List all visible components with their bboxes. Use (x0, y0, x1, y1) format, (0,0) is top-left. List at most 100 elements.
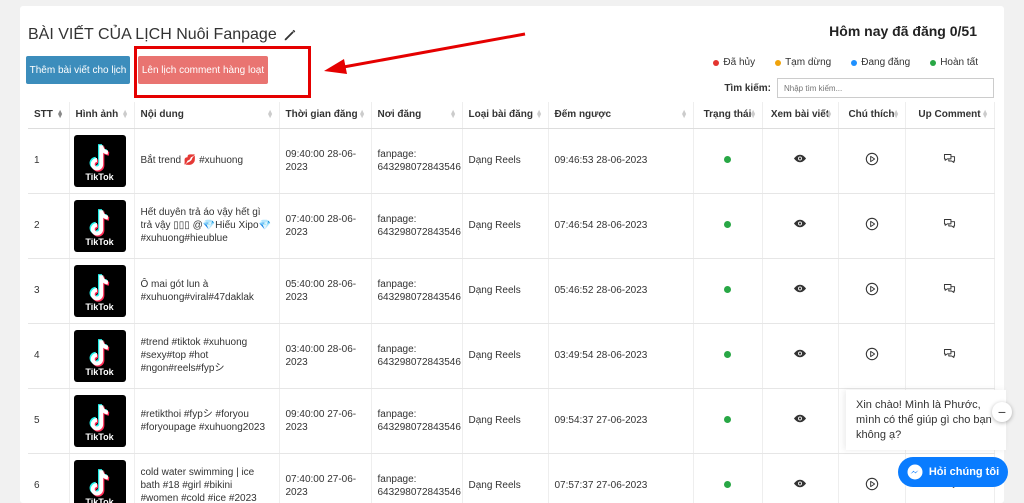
cell-image[interactable]: TikTok (69, 258, 135, 324)
cell-content: #retikthoi #fypシ #foryou #foryoupage #xu… (134, 388, 280, 454)
tiktok-brand-text: TikTok (85, 236, 114, 247)
chat-bubble-icon[interactable] (943, 283, 956, 294)
chat-bubble-icon[interactable] (943, 218, 956, 229)
search-input[interactable] (777, 78, 994, 98)
cell-place: fanpage: 643298072843546 (371, 193, 463, 259)
cell-time: 07:40:00 27-06-2023 (279, 453, 372, 503)
cell-time: 05:40:00 28-06-2023 (279, 258, 372, 324)
play-circle-icon[interactable] (865, 282, 879, 296)
tiktok-brand-text: TikTok (85, 301, 114, 312)
cell-stt: 1 (28, 128, 70, 194)
chat-minimize-button[interactable]: − (992, 402, 1012, 422)
cell-note[interactable] (838, 128, 906, 194)
play-circle-icon[interactable] (865, 217, 879, 231)
col-header-up-comment[interactable]: Up Comment ▲ ▼ (905, 102, 995, 129)
tiktok-thumbnail[interactable]: TikTok (73, 329, 126, 382)
today-posted-count: Hôm nay đã đăng 0/51 (829, 23, 977, 39)
cell-image[interactable]: TikTok (69, 323, 135, 389)
cell-note[interactable] (838, 323, 906, 389)
cell-content: Hết duyên trả áo vậy hết gì trả vậy ▯▯▯ … (134, 193, 280, 259)
chat-bubble-icon[interactable] (943, 348, 956, 359)
page-scrollbar[interactable] (1016, 0, 1024, 503)
col-header-note[interactable]: Chú thích ▲ ▼ (838, 102, 906, 129)
post-content-text: Bắt trend 💋 #xuhuong (140, 155, 244, 166)
add-post-button[interactable]: Thêm bài viết cho lịch (26, 56, 130, 84)
cell-type: Dạng Reels (462, 323, 549, 389)
col-header-status[interactable]: Trạng thái ▲ ▼ (693, 102, 763, 129)
cell-view[interactable] (762, 193, 839, 259)
tiktok-brand-text: TikTok (85, 171, 114, 182)
cell-image[interactable]: TikTok (69, 128, 135, 194)
legend-item-cancelled: Đã hủy (713, 57, 755, 68)
col-header-stt[interactable]: STT ▲ ▼ (28, 102, 70, 129)
cell-type: Dạng Reels (462, 193, 549, 259)
cell-stt: 5 (28, 388, 70, 454)
post-content-text: Hết duyên trả áo vậy hết gì trả vậy ▯▯▯ … (140, 207, 272, 244)
tiktok-thumbnail[interactable]: TikTok (73, 264, 126, 317)
cell-note[interactable] (838, 453, 906, 503)
messenger-icon (907, 464, 923, 480)
cell-view[interactable] (762, 323, 839, 389)
cell-up-comment[interactable] (905, 258, 995, 324)
eye-icon[interactable] (794, 219, 806, 228)
eye-icon[interactable] (794, 414, 806, 423)
cell-image[interactable]: TikTok (69, 388, 135, 454)
col-header-content[interactable]: Nội dung ▲ ▼ (134, 102, 280, 129)
status-legend: Đã hủy Tạm dừng Đang đăng Hoàn tất (713, 57, 978, 68)
pencil-icon[interactable] (283, 28, 297, 42)
col-header-countdown[interactable]: Đếm ngược ▲ ▼ (548, 102, 694, 129)
status-done-dot (724, 481, 731, 488)
tiktok-thumbnail[interactable]: TikTok (73, 459, 126, 503)
tiktok-thumbnail[interactable]: TikTok (73, 199, 126, 252)
cell-view[interactable] (762, 453, 839, 503)
cell-up-comment[interactable] (905, 323, 995, 389)
cell-up-comment[interactable] (905, 193, 995, 259)
post-content-text: cold water swimming | ice bath #18 #girl… (140, 466, 257, 503)
cell-note[interactable] (838, 258, 906, 324)
cell-image[interactable]: TikTok (69, 193, 135, 259)
page-title: BÀI VIẾT CỦA LỊCH Nuôi Fanpage (28, 26, 297, 44)
eye-icon[interactable] (794, 349, 806, 358)
col-header-type[interactable]: Loại bài đăng ▲ ▼ (462, 102, 549, 129)
cell-time: 09:40:00 28-06-2023 (279, 128, 372, 194)
status-done-dot (724, 221, 731, 228)
cell-view[interactable] (762, 128, 839, 194)
cell-note[interactable] (838, 193, 906, 259)
eye-icon[interactable] (794, 284, 806, 293)
cell-stt: 6 (28, 453, 70, 503)
cell-countdown: 09:54:37 27-06-2023 (548, 388, 694, 454)
cell-type: Dạng Reels (462, 128, 549, 194)
post-content-text: #retikthoi #fypシ #foryou #foryoupage #xu… (140, 408, 266, 433)
cell-status (693, 258, 763, 324)
cell-time: 09:40:00 27-06-2023 (279, 388, 372, 454)
col-header-image[interactable]: Hình ảnh ▲ ▼ (69, 102, 135, 129)
eye-icon[interactable] (794, 154, 806, 163)
cell-content: #trend #tiktok #xuhuong #sexy#top #hot #… (134, 323, 280, 389)
cell-stt: 4 (28, 323, 70, 389)
cell-content: Bắt trend 💋 #xuhuong (134, 128, 280, 194)
cell-up-comment[interactable] (905, 128, 995, 194)
cell-type: Dạng Reels (462, 453, 549, 503)
status-done-dot (724, 156, 731, 163)
cell-time: 03:40:00 28-06-2023 (279, 323, 372, 389)
cell-place: fanpage: 643298072843546 (371, 128, 463, 194)
cell-view[interactable] (762, 258, 839, 324)
eye-icon[interactable] (794, 479, 806, 488)
chat-bubble-icon[interactable] (943, 153, 956, 164)
col-header-view[interactable]: Xem bài viết ▲ ▼ (762, 102, 839, 129)
legend-item-posting: Đang đăng (851, 57, 910, 68)
page-title-text: BÀI VIẾT CỦA LỊCH Nuôi Fanpage (28, 26, 277, 43)
search-label: Tìm kiếm: (724, 82, 771, 94)
play-circle-icon[interactable] (865, 347, 879, 361)
cell-view[interactable] (762, 388, 839, 454)
col-header-time[interactable]: Thời gian đăng ▲ ▼ (279, 102, 372, 129)
play-circle-icon[interactable] (865, 152, 879, 166)
cell-type: Dạng Reels (462, 388, 549, 454)
messenger-chat-label: Hỏi chúng tôi (928, 466, 1000, 478)
col-header-place[interactable]: Nơi đăng ▲ ▼ (371, 102, 463, 129)
tiktok-thumbnail[interactable]: TikTok (73, 394, 126, 447)
tiktok-thumbnail[interactable]: TikTok (73, 134, 126, 187)
messenger-chat-button[interactable]: Hỏi chúng tôi (898, 457, 1008, 487)
play-circle-icon[interactable] (865, 477, 879, 491)
cell-image[interactable]: TikTok (69, 453, 135, 503)
